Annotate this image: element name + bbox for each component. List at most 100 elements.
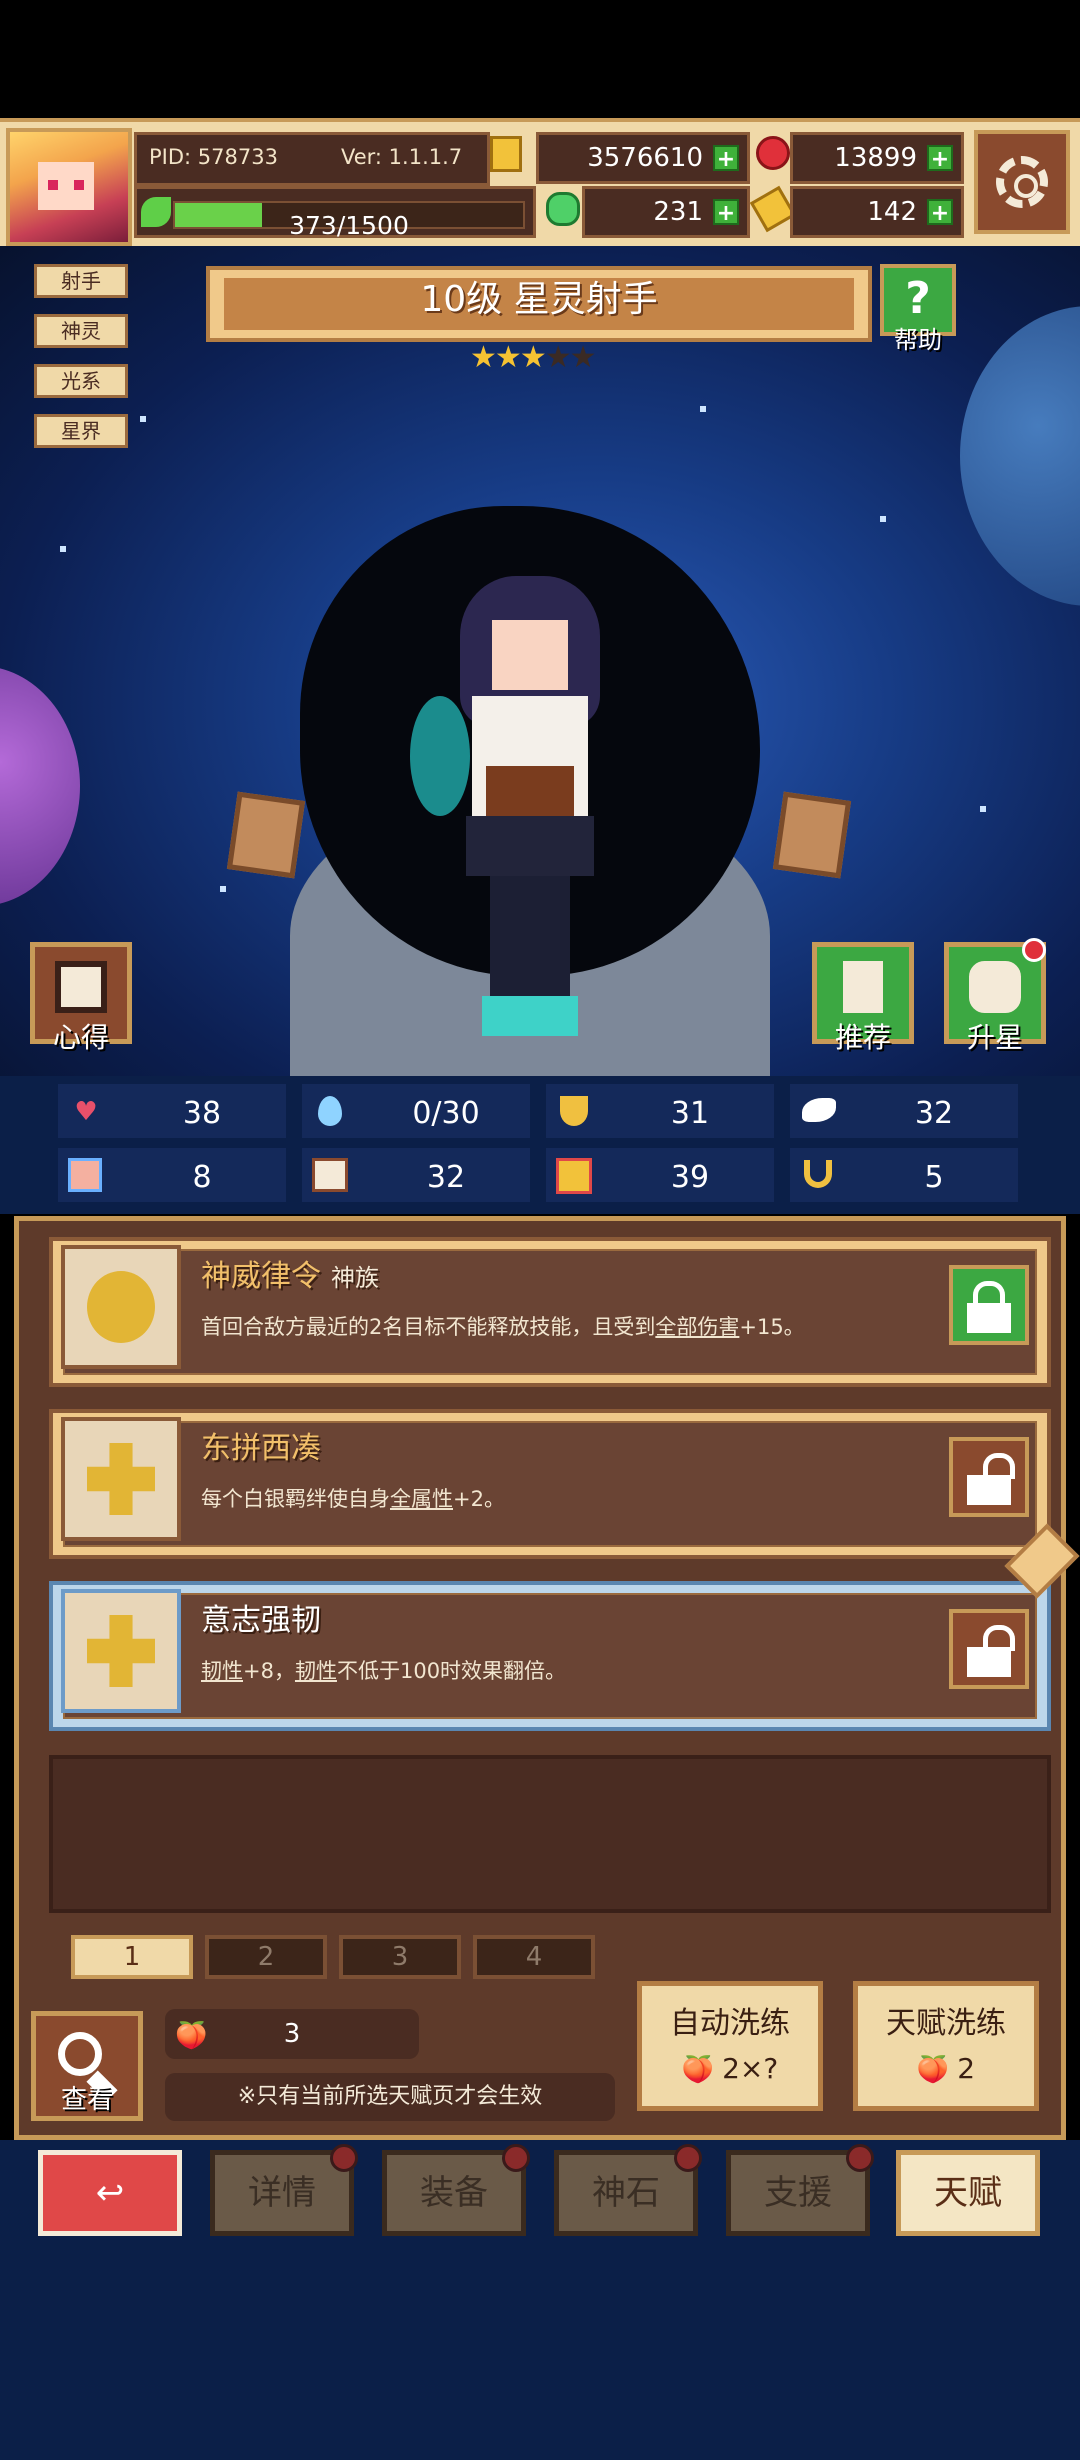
settings-button[interactable] [974, 130, 1070, 234]
ruby-value: 13899 [834, 143, 917, 173]
talent-race: 神族 [331, 1264, 379, 1292]
clover-counter: 231 + [582, 186, 750, 238]
talent-card-1[interactable]: 神威律令 神族 首回合敌方最近的2名目标不能释放技能，且受到全部伤害+15。 [49, 1237, 1051, 1387]
add-key-button[interactable]: + [927, 199, 953, 226]
tab-page-2[interactable]: 2 [205, 1935, 327, 1979]
talent-cross-icon [61, 1417, 181, 1541]
damage-link[interactable]: 全部伤害 [655, 1315, 739, 1339]
notification-dot [502, 2144, 530, 2172]
planet-left [0, 666, 80, 906]
mana-drop-icon [318, 1096, 342, 1126]
magnifier-icon [58, 2032, 102, 2076]
all-stats-link[interactable]: 全属性 [390, 1487, 453, 1511]
star-sparkle [880, 516, 886, 522]
stat-magic: 32 [302, 1148, 530, 1202]
unlock-button[interactable] [949, 1437, 1029, 1517]
notification-dot [1022, 938, 1046, 962]
energy-text: 373/1500 [289, 211, 409, 240]
tag-archer[interactable]: 射手 [34, 264, 128, 298]
top-status-bar: PID: 578733 Ver: 1.1.1.7 373/1500 357661… [0, 118, 1080, 250]
talent-panel: 神威律令 神族 首回合敌方最近的2名目标不能释放技能，且受到全部伤害+15。 东拼… [14, 1216, 1080, 2140]
talent-name: 东拼西凑 [201, 1431, 321, 1466]
gold-counter: 3576610 + [536, 132, 750, 184]
talent-name: 神威律令 [201, 1259, 321, 1294]
auto-refine-label: 自动洗练 [670, 2006, 790, 2041]
auto-refine-button[interactable]: 自动洗练 🍑 2×? [637, 1981, 823, 2111]
unlock-button[interactable] [949, 1609, 1029, 1689]
back-arrow-icon: ↩ [95, 2173, 125, 2213]
clover-value: 231 [653, 197, 703, 227]
stat-attack: 8 [58, 1148, 286, 1202]
empty-talent-slot [49, 1755, 1051, 1913]
stat-defense: 31 [546, 1084, 774, 1138]
star-icon [969, 961, 1021, 1013]
talent-description: 首回合敌方最近的2名目标不能释放技能，且受到全部伤害+15。 [201, 1315, 805, 1339]
stat-luck: 5 [790, 1148, 1018, 1202]
notification-dot [674, 2144, 702, 2172]
tag-divine[interactable]: 神灵 [34, 314, 128, 348]
stat-value: 8 [192, 1160, 212, 1195]
view-label: 查看 [60, 2085, 113, 2115]
planet-right [960, 306, 1080, 606]
question-icon: ? [905, 273, 931, 324]
notification-dot [846, 2144, 874, 2172]
energy-panel: 373/1500 [134, 186, 536, 240]
energy-leaf-icon [141, 197, 171, 227]
tab-page-3[interactable]: 3 [339, 1935, 461, 1979]
ruby-counter: 13899 + [790, 132, 964, 184]
hero-portrait[interactable] [410, 576, 640, 1036]
insight-label: 心得 [52, 1021, 109, 1054]
talent-refine-button[interactable]: 天赋洗练 🍑 2 [853, 1981, 1039, 2111]
star-sparkle [60, 546, 66, 552]
talent-refine-cost: 2 [957, 2052, 976, 2085]
toughness-link[interactable]: 韧性 [201, 1659, 243, 1683]
stat-value: 39 [670, 1160, 710, 1195]
fist-icon [68, 1158, 102, 1192]
gear-icon [996, 156, 1048, 208]
clover-icon [546, 192, 580, 226]
star-sparkle [220, 886, 226, 892]
talent-page-note: ※只有当前所选天赋页才会生效 [165, 2073, 615, 2121]
tag-light[interactable]: 光系 [34, 364, 128, 398]
talent-page-tabs: 1 2 3 4 [35, 1929, 595, 1985]
back-button[interactable]: ↩ [38, 2150, 182, 2236]
fruit-icon: 🍑 [681, 2055, 715, 2085]
tag-astral[interactable]: 星界 [34, 414, 128, 448]
star-filled-icon: ★ [470, 340, 497, 375]
talent-description: 每个白银羁绊使自身全属性+2。 [201, 1487, 505, 1511]
talent-gear-icon [61, 1245, 181, 1369]
star-sparkle [140, 416, 146, 422]
heart-icon: ♥ [74, 1097, 98, 1127]
talent-card-3[interactable]: 意志强韧 韧性+8，韧性不低于100时效果翻倍。 [49, 1581, 1051, 1731]
thumbs-up-icon [843, 961, 883, 1013]
horseshoe-icon [804, 1160, 832, 1188]
nav-talent[interactable]: 天赋 [896, 2150, 1040, 2236]
stat-speed: 39 [546, 1148, 774, 1202]
talent-refine-label: 天赋洗练 [886, 2006, 1006, 2041]
add-gold-button[interactable]: + [713, 145, 739, 172]
star-filled-icon: ★ [519, 340, 547, 375]
fruit-counter: 🍑 3 [165, 2009, 419, 2059]
key-value: 142 [867, 197, 917, 227]
fruit-count: 3 [283, 2019, 301, 2049]
auto-refine-cost: 2×? [722, 2052, 779, 2085]
key-counter: 142 + [790, 186, 964, 238]
help-label: 帮助 [894, 326, 942, 354]
star-sparkle [700, 406, 706, 412]
add-ruby-button[interactable]: + [927, 145, 953, 172]
player-avatar[interactable] [6, 128, 132, 246]
recommend-label: 推荐 [834, 1021, 891, 1054]
talent-card-2[interactable]: 东拼西凑 每个白银羁绊使自身全属性+2。 [49, 1409, 1051, 1559]
toughness-link[interactable]: 韧性 [295, 1659, 337, 1683]
tab-page-1[interactable]: 1 [71, 1935, 193, 1979]
prev-hero-button[interactable] [226, 791, 306, 879]
ruby-icon [756, 136, 790, 170]
lock-button[interactable] [949, 1265, 1029, 1345]
player-id: PID: 578733 [149, 145, 278, 169]
tab-page-4[interactable]: 4 [473, 1935, 595, 1979]
next-hero-button[interactable] [772, 791, 852, 879]
add-clover-button[interactable]: + [713, 199, 739, 226]
stat-hp: ♥ 38 [58, 1084, 286, 1138]
stat-value: 32 [426, 1160, 466, 1195]
stat-value: 38 [182, 1096, 222, 1131]
